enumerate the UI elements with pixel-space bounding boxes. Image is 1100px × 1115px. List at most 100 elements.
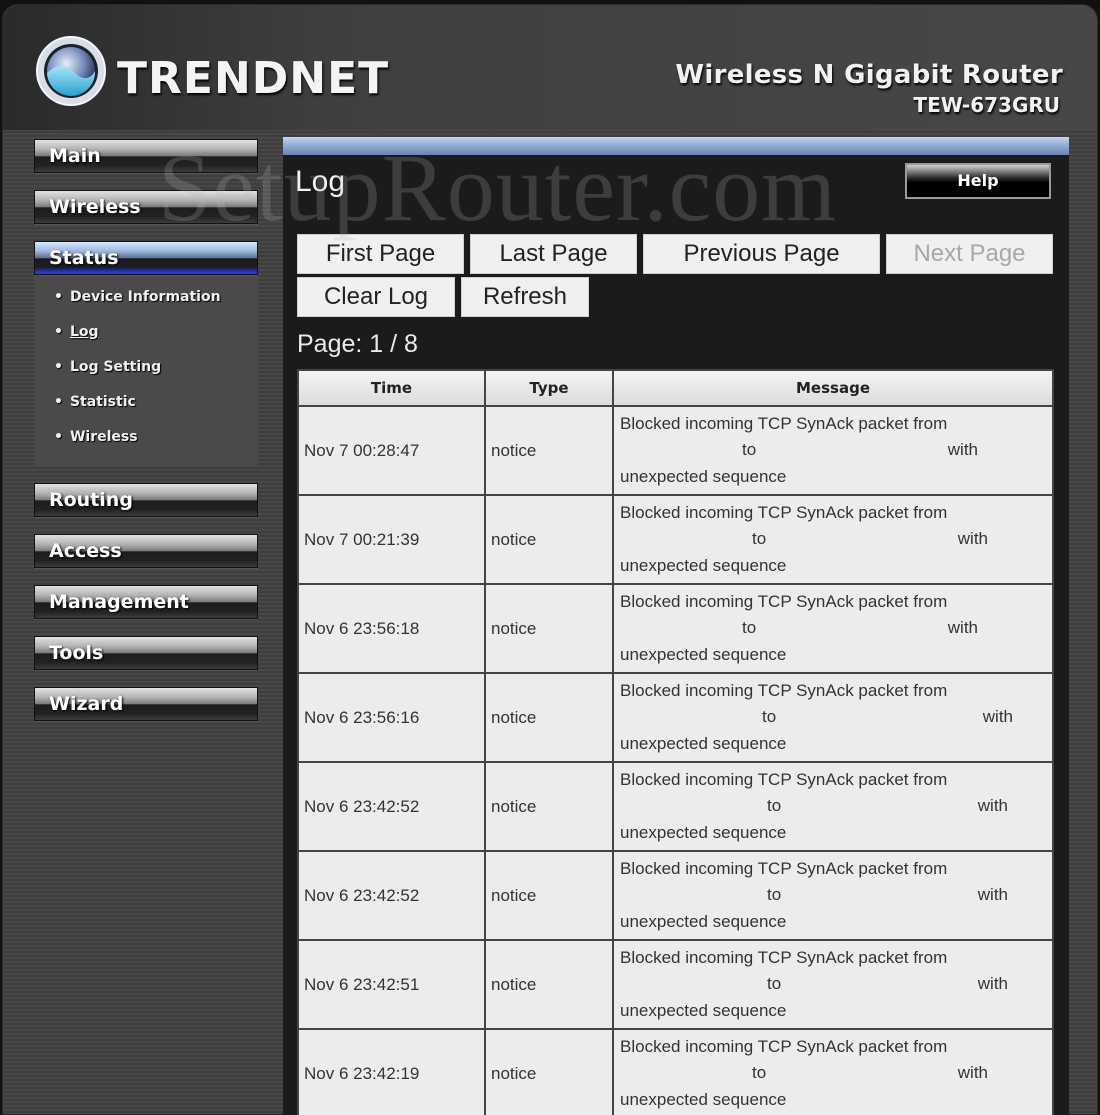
- subnav-label: Statistic: [69, 394, 136, 410]
- message-line-2: to with: [619, 615, 1052, 642]
- cell-type: notice: [484, 583, 614, 674]
- message-to: to: [752, 1063, 767, 1083]
- subnav-item-device-information[interactable]: • Device Information: [54, 287, 258, 322]
- message-with: with: [947, 440, 978, 460]
- message-to: to: [752, 529, 767, 549]
- cell-time: Nov 7 00:21:39: [297, 494, 486, 585]
- cell-message: Blocked incoming TCP SynAck packet from t…: [612, 850, 1054, 941]
- message-with: with: [977, 796, 1008, 816]
- message-line-2: to with: [619, 793, 1052, 820]
- table-row: Nov 6 23:56:16 notice Blocked incoming TCP…: [297, 672, 1054, 763]
- brand-logo-text: TRENDNET: [117, 53, 390, 104]
- message-with: with: [977, 974, 1008, 994]
- message-to: to: [762, 707, 777, 727]
- table-row: Nov 6 23:42:19 notice Blocked incoming TCP…: [297, 1028, 1054, 1115]
- table-row: Nov 6 23:42:52 notice Blocked incoming TCP…: [297, 761, 1054, 852]
- cell-type: notice: [484, 1028, 614, 1115]
- message-line-2: to with: [619, 526, 1052, 553]
- cell-message: Blocked incoming TCP SynAck packet from t…: [612, 405, 1054, 496]
- log-action-buttons: Clear Log Refresh: [297, 277, 589, 317]
- cell-type: notice: [484, 672, 614, 763]
- header: TRENDNET Wireless N Gigabit Router TEW-6…: [3, 5, 1097, 130]
- table-row: Nov 6 23:42:52 notice Blocked incoming TCP…: [297, 850, 1054, 941]
- log-panel: Log Help First Page Last Page Previous P…: [158, 134, 1069, 1115]
- log-table: Time Type Message Nov 7 00:28:47 notice Bl…: [297, 369, 1054, 1115]
- message-line-1: Blocked incoming TCP SynAck packet from: [620, 680, 948, 700]
- product-model: TEW-673GRU: [913, 93, 1060, 117]
- router-admin-window: TRENDNET Wireless N Gigabit Router TEW-6…: [0, 0, 1100, 1115]
- message-to: to: [742, 618, 757, 638]
- message-to: to: [767, 974, 782, 994]
- bullet-icon: •: [54, 429, 63, 445]
- subnav-item-wireless[interactable]: • Wireless: [54, 427, 258, 462]
- cell-time: Nov 6 23:42:52: [297, 850, 486, 941]
- message-to: to: [767, 796, 782, 816]
- message-to: to: [742, 440, 757, 460]
- page-title: Log: [295, 165, 346, 198]
- cell-message: Blocked incoming TCP SynAck packet from t…: [612, 583, 1054, 674]
- column-header-type: Type: [484, 369, 614, 407]
- bullet-icon: •: [54, 289, 63, 305]
- column-header-time: Time: [297, 369, 486, 407]
- cell-time: Nov 7 00:28:47: [297, 405, 486, 496]
- table-row: Nov 6 23:42:51 notice Blocked incoming TCP…: [297, 939, 1054, 1030]
- product-title: Wireless N Gigabit Router: [675, 60, 1063, 90]
- message-line-3: unexpected sequence: [620, 644, 787, 664]
- message-line-3: unexpected sequence: [620, 733, 787, 753]
- page-indicator: Page: 1 / 8: [297, 330, 418, 358]
- table-row: Nov 6 23:56:18 notice Blocked incoming TCP…: [297, 583, 1054, 674]
- subnav-item-statistic[interactable]: • Statistic: [54, 392, 258, 427]
- message-with: with: [957, 1063, 988, 1083]
- refresh-button[interactable]: Refresh: [461, 277, 589, 317]
- message-line-3: unexpected sequence: [620, 555, 787, 575]
- table-header-row: Time Type Message: [297, 369, 1054, 407]
- clear-log-button[interactable]: Clear Log: [297, 277, 455, 317]
- trendnet-globe-icon: [36, 36, 106, 106]
- sidebar-item-routing[interactable]: Routing: [34, 483, 258, 517]
- help-button[interactable]: Help: [905, 163, 1051, 199]
- sidebar-item-management[interactable]: Management: [34, 585, 258, 619]
- message-line-3: unexpected sequence: [620, 822, 787, 842]
- previous-page-button[interactable]: Previous Page: [643, 234, 880, 274]
- cell-type: notice: [484, 850, 614, 941]
- message-line-2: to with: [619, 704, 1052, 731]
- subnav-label: Log Setting: [69, 359, 162, 375]
- cell-type: notice: [484, 494, 614, 585]
- bullet-icon: •: [54, 394, 63, 410]
- first-page-button[interactable]: First Page: [297, 234, 464, 274]
- cell-time: Nov 6 23:56:16: [297, 672, 486, 763]
- sidebar-item-status[interactable]: Status: [34, 241, 258, 275]
- sidebar-item-access[interactable]: Access: [34, 534, 258, 568]
- cell-time: Nov 6 23:42:52: [297, 761, 486, 852]
- subnav-item-log-setting[interactable]: • Log Setting: [54, 357, 258, 392]
- subnav-label: Wireless: [69, 429, 138, 445]
- last-page-button[interactable]: Last Page: [470, 234, 637, 274]
- message-line-3: unexpected sequence: [620, 1000, 787, 1020]
- sidebar-item-wizard[interactable]: Wizard: [34, 687, 258, 721]
- cell-time: Nov 6 23:56:18: [297, 583, 486, 674]
- cell-message: Blocked incoming TCP SynAck packet from t…: [612, 1028, 1054, 1115]
- cell-message: Blocked incoming TCP SynAck packet from t…: [612, 939, 1054, 1030]
- message-to: to: [767, 885, 782, 905]
- cell-message: Blocked incoming TCP SynAck packet from t…: [612, 761, 1054, 852]
- message-line-3: unexpected sequence: [620, 466, 787, 486]
- cell-message: Blocked incoming TCP SynAck packet from t…: [612, 494, 1054, 585]
- pagination-buttons: First Page Last Page Previous Page Next …: [297, 234, 1053, 274]
- message-with: with: [982, 707, 1013, 727]
- cell-type: notice: [484, 405, 614, 496]
- subnav-label: Device Information: [69, 289, 221, 305]
- message-with: with: [957, 529, 988, 549]
- column-header-message: Message: [612, 369, 1054, 407]
- subnav-item-log[interactable]: • Log: [54, 322, 258, 357]
- message-line-1: Blocked incoming TCP SynAck packet from: [620, 947, 948, 967]
- sidebar-item-wireless[interactable]: Wireless: [34, 190, 258, 224]
- status-subnav: • Device Information • Log • Log Setting • S…: [34, 275, 258, 466]
- router-admin-shell: TRENDNET Wireless N Gigabit Router TEW-6…: [2, 4, 1098, 1115]
- sidebar-item-main[interactable]: Main: [34, 139, 258, 173]
- next-page-button: Next Page: [886, 234, 1053, 274]
- cell-message: Blocked incoming TCP SynAck packet from t…: [612, 672, 1054, 763]
- message-with: with: [977, 885, 1008, 905]
- sidebar-item-tools[interactable]: Tools: [34, 636, 258, 670]
- message-line-2: to with: [619, 437, 1052, 464]
- table-row: Nov 7 00:21:39 notice Blocked incoming TCP…: [297, 494, 1054, 585]
